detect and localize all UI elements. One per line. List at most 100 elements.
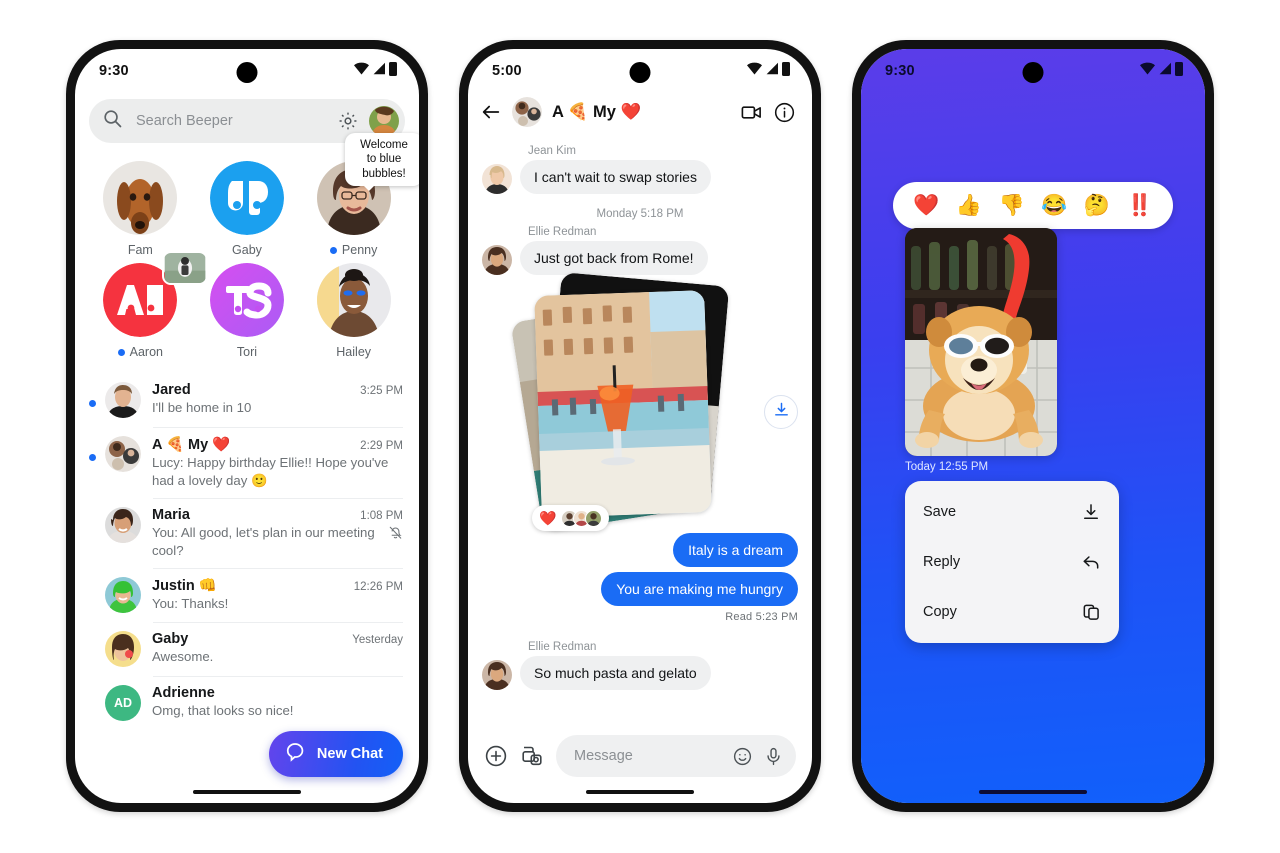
avatar bbox=[105, 436, 141, 472]
chat-timestamp: 3:25 PM bbox=[360, 385, 403, 397]
context-menu-item-copy[interactable]: Copy bbox=[905, 587, 1119, 637]
message-incoming: So much pasta and gelato bbox=[482, 656, 798, 690]
new-chat-label: New Chat bbox=[316, 746, 383, 762]
context-menu: Save Reply Copy bbox=[905, 481, 1119, 643]
context-menu-label: Reply bbox=[923, 554, 961, 570]
new-chat-button[interactable]: New Chat bbox=[268, 731, 403, 777]
message-bubble: So much pasta and gelato bbox=[520, 656, 711, 690]
reaction-laugh-icon[interactable]: 😂 bbox=[1041, 195, 1067, 216]
pinned-chat-hailey[interactable]: Hailey bbox=[300, 263, 407, 359]
pin-name-text: Hailey bbox=[336, 345, 372, 359]
gear-icon[interactable] bbox=[337, 110, 359, 132]
status-bar-1: 9:30 bbox=[75, 49, 419, 93]
chat-name: A 🍕 My ❤️ bbox=[152, 437, 231, 453]
phone-1-screen: 9:30 Search Beeper Fam Gaby Welcome to b… bbox=[75, 49, 419, 803]
video-camera-icon[interactable] bbox=[740, 101, 763, 124]
message-reaction[interactable]: ❤️ bbox=[532, 505, 610, 531]
context-menu-label: Save bbox=[923, 504, 957, 520]
context-menu-item-save[interactable]: Save bbox=[905, 487, 1119, 537]
chat-name: Gaby bbox=[152, 631, 189, 648]
list-item[interactable]: Justin 👊 12:26 PM You: Thanks! bbox=[75, 568, 419, 622]
date-separator: Monday 5:18 PM bbox=[596, 208, 684, 220]
microphone-icon[interactable] bbox=[763, 746, 784, 767]
message-incoming: Just got back from Rome! bbox=[482, 241, 798, 275]
message-input-field[interactable]: Message bbox=[556, 735, 796, 777]
context-menu-item-reply[interactable]: Reply bbox=[905, 537, 1119, 587]
profile-avatar[interactable] bbox=[369, 106, 399, 136]
list-item-header: Maria 1:08 PM bbox=[152, 507, 403, 523]
avatar bbox=[103, 161, 178, 235]
chat-preview-text: I'll be home in 10 bbox=[152, 400, 252, 415]
pinned-chat-fam[interactable]: Fam bbox=[87, 161, 194, 257]
search-icon bbox=[103, 109, 122, 133]
reply-arrow-icon bbox=[1081, 552, 1101, 572]
reaction-thinking-icon[interactable]: 🤔 bbox=[1084, 195, 1110, 216]
back-arrow-icon[interactable] bbox=[480, 101, 502, 123]
list-item-header: Gaby Yesterday bbox=[152, 631, 403, 647]
list-item[interactable]: Gaby Yesterday Awesome. bbox=[75, 622, 419, 676]
photo-library-icon[interactable] bbox=[520, 744, 544, 768]
reaction-avatars bbox=[561, 509, 603, 527]
search-input[interactable]: Search Beeper bbox=[132, 113, 327, 129]
group-avatar[interactable] bbox=[512, 97, 542, 127]
chat-preview-text: Awesome. bbox=[152, 649, 214, 665]
chat-timestamp: 1:08 PM bbox=[360, 510, 403, 523]
list-item-body: A 🍕 My ❤️ 2:29 PM Lucy: Happy birthday E… bbox=[152, 436, 403, 489]
list-item[interactable]: A 🍕 My ❤️ 2:29 PM Lucy: Happy birthday E… bbox=[75, 427, 419, 498]
message-incoming: I can't wait to swap stories bbox=[482, 160, 798, 194]
pinned-chat-penny[interactable]: Welcome to blue bubbles! Penny bbox=[300, 133, 419, 257]
avatar bbox=[316, 263, 391, 337]
list-item[interactable]: Maria 1:08 PM You: All good, let's plan … bbox=[75, 498, 419, 568]
reaction-picker[interactable]: ❤️ 👍 👎 😂 🤔 ‼️ bbox=[893, 182, 1173, 229]
chat-preview: You: All good, let's plan in our meeting… bbox=[152, 524, 403, 559]
pinned-chat-gaby[interactable]: Gaby bbox=[194, 161, 301, 257]
pinned-chat-aaron[interactable]: Aaron bbox=[87, 251, 208, 359]
avatar bbox=[482, 164, 512, 194]
read-receipt: Read 5:23 PM bbox=[725, 611, 798, 623]
reaction-thumbsdown-icon[interactable]: 👎 bbox=[999, 195, 1025, 216]
pinned-chat-tori[interactable]: Tori bbox=[194, 263, 301, 359]
chat-timestamp: 2:29 PM bbox=[360, 440, 403, 452]
list-item-body: Maria 1:08 PM You: All good, let's plan … bbox=[152, 507, 403, 559]
message-input[interactable]: Message bbox=[574, 748, 722, 764]
avatar bbox=[105, 631, 141, 668]
list-item-body: Jared 3:25 PM I'll be home in 10 bbox=[152, 382, 403, 417]
avatar bbox=[585, 509, 603, 527]
list-item[interactable]: AD Adrienne Omg, that looks so nice! bbox=[75, 676, 419, 730]
message-bubble: Italy is a dream bbox=[673, 533, 798, 567]
chat-name: Maria bbox=[152, 507, 190, 524]
photo-message[interactable] bbox=[905, 228, 1057, 456]
plus-circle-icon[interactable] bbox=[484, 744, 508, 768]
reaction-exclamation-icon[interactable]: ‼️ bbox=[1127, 195, 1153, 216]
chat-preview: Omg, that looks so nice! bbox=[152, 702, 403, 720]
phone-2-screen: 5:00 A 🍕 My ❤️ Jean Kim I can't wait to … bbox=[468, 49, 812, 803]
status-icons bbox=[747, 61, 790, 81]
pin-name-text: Gaby bbox=[232, 243, 262, 257]
avatar bbox=[209, 263, 284, 337]
home-indicator bbox=[193, 790, 301, 794]
info-icon[interactable] bbox=[773, 101, 796, 124]
signal-icon bbox=[1158, 62, 1172, 80]
status-icons bbox=[354, 61, 397, 81]
chat-timestamp: Yesterday bbox=[352, 634, 403, 647]
pinned-chat-label: Hailey bbox=[336, 345, 371, 359]
download-button[interactable] bbox=[764, 395, 798, 429]
battery-icon bbox=[782, 61, 790, 81]
avatar bbox=[105, 382, 141, 418]
status-bar-3: 9:30 bbox=[861, 49, 1205, 93]
list-item[interactable]: Jared 3:25 PM I'll be home in 10 bbox=[75, 373, 419, 427]
reaction-thumbsup-icon[interactable]: 👍 bbox=[956, 195, 982, 216]
battery-icon bbox=[1175, 61, 1183, 81]
list-item-body: Adrienne Omg, that looks so nice! bbox=[152, 685, 403, 720]
message-thread: Jean Kim I can't wait to swap stories Mo… bbox=[468, 137, 812, 690]
chat-preview: You: Thanks! bbox=[152, 595, 403, 613]
emoji-smiley-icon[interactable] bbox=[732, 746, 753, 767]
unread-dot bbox=[329, 246, 337, 254]
list-item-header: Justin 👊 12:26 PM bbox=[152, 577, 403, 594]
avatar-initials: AD bbox=[113, 696, 133, 711]
home-indicator bbox=[979, 790, 1087, 794]
reaction-heart-icon[interactable]: ❤️ bbox=[913, 195, 939, 216]
photo-attachment-stack[interactable]: ❤️ bbox=[510, 272, 798, 533]
avatar bbox=[105, 577, 141, 614]
list-item-header: Adrienne bbox=[152, 685, 403, 701]
